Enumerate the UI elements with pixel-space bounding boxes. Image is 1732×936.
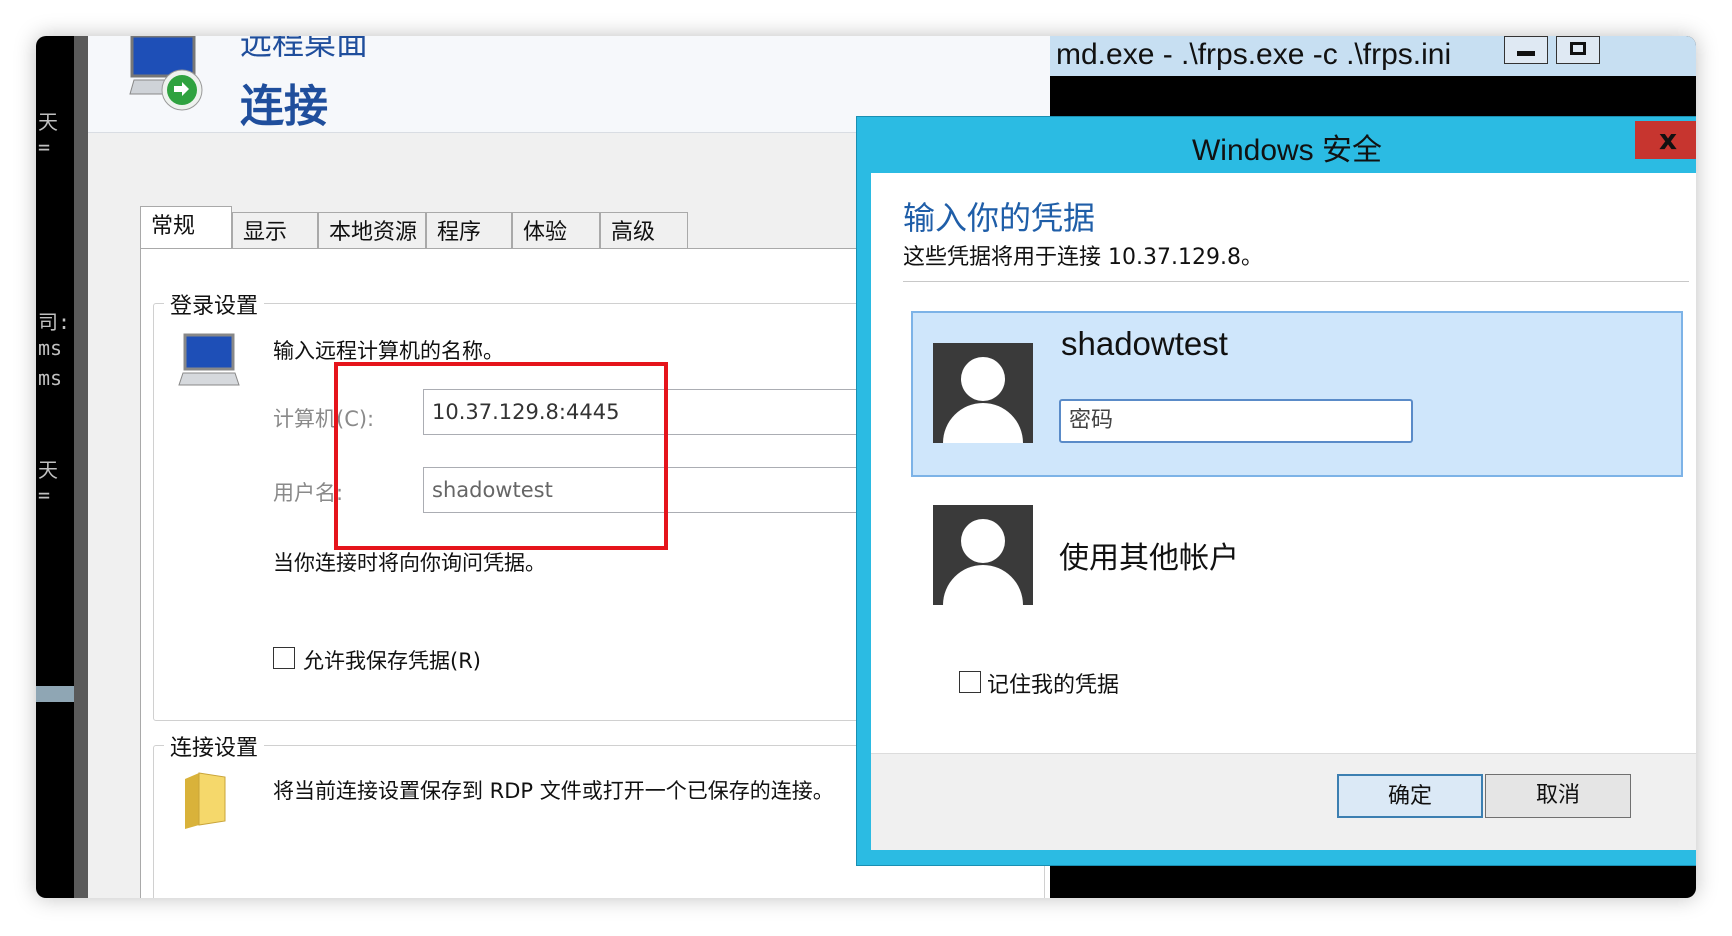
username-label: 用户名: xyxy=(273,481,344,505)
console-text-line: ms xyxy=(38,336,63,360)
console-title: md.exe - .\frps.exe -c .\frps.ini xyxy=(1056,38,1452,71)
screenshot-frame: 天 = 司: ms ms 天 = 远程桌面 连接 常规 显示 本地资源 程序 体… xyxy=(36,36,1696,898)
maximize-icon[interactable] xyxy=(1556,36,1600,64)
divider xyxy=(903,281,1689,282)
credentials-description: 这些凭据将用于连接 10.37.129.8。 xyxy=(903,245,1263,270)
console-titlebar: md.exe - .\frps.exe -c .\frps.ini xyxy=(1050,36,1696,76)
logon-settings-legend: 登录设置 xyxy=(164,288,265,320)
logon-prompt: 输入远程计算机的名称。 xyxy=(273,339,504,363)
minimize-icon[interactable] xyxy=(1504,36,1548,64)
close-button[interactable]: x xyxy=(1635,121,1696,159)
console-text-line: 天 = xyxy=(38,110,58,159)
credentials-heading: 输入你的凭据 xyxy=(903,199,1096,237)
console-text-line: ms xyxy=(38,366,63,390)
tab-local-resources[interactable]: 本地资源 xyxy=(318,212,426,252)
computer-icon xyxy=(178,333,240,386)
user-avatar-icon xyxy=(933,343,1033,443)
other-account-label: 使用其他帐户 xyxy=(1059,541,1239,576)
ok-button[interactable]: 确定 xyxy=(1337,774,1483,818)
rdp-subtitle: 远程桌面 xyxy=(240,36,369,61)
background-console-left: 天 = 司: ms ms 天 = xyxy=(36,36,74,898)
rdp-title: 连接 xyxy=(240,82,328,131)
allow-save-credentials-checkbox[interactable] xyxy=(273,647,295,669)
tab-display[interactable]: 显示 xyxy=(232,212,318,252)
password-input[interactable]: 密码 xyxy=(1059,399,1413,443)
tab-experience[interactable]: 体验 xyxy=(512,212,600,252)
console-text-line: 天 = xyxy=(38,458,58,507)
remember-credentials-checkbox[interactable] xyxy=(959,671,981,693)
folder-icon xyxy=(185,772,226,829)
console-scrollbar[interactable] xyxy=(36,686,74,702)
connection-settings-legend: 连接设置 xyxy=(164,730,265,762)
cancel-button[interactable]: 取消 xyxy=(1485,774,1631,818)
saved-account-tile[interactable]: shadowtest 密码 xyxy=(911,311,1683,477)
remember-credentials-label: 记住我的凭据 xyxy=(987,673,1120,698)
dialog-body: 输入你的凭据 这些凭据将用于连接 10.37.129.8。 shadowtest… xyxy=(871,173,1696,753)
connection-settings-text: 将当前连接设置保存到 RDP 文件或打开一个已保存的连接。 xyxy=(273,779,834,803)
remote-desktop-icon xyxy=(129,36,203,111)
windows-security-dialog: Windows 安全 x 输入你的凭据 这些凭据将用于连接 10.37.129.… xyxy=(856,116,1696,866)
dialog-title: Windows 安全 xyxy=(1191,134,1383,167)
tab-general[interactable]: 常规 xyxy=(140,206,232,254)
account-username: shadowtest xyxy=(1061,325,1228,362)
tab-programs[interactable]: 程序 xyxy=(426,212,512,252)
dialog-footer: 确定 取消 xyxy=(871,753,1696,850)
red-highlight-box xyxy=(334,362,668,550)
allow-save-credentials-label: 允许我保存凭据(R) xyxy=(303,649,481,673)
credential-prompt-note: 当你连接时将向你询问凭据。 xyxy=(273,551,546,575)
console-text-line: 司: xyxy=(38,310,71,334)
user-avatar-icon xyxy=(933,505,1033,605)
tab-advanced[interactable]: 高级 xyxy=(600,212,688,252)
